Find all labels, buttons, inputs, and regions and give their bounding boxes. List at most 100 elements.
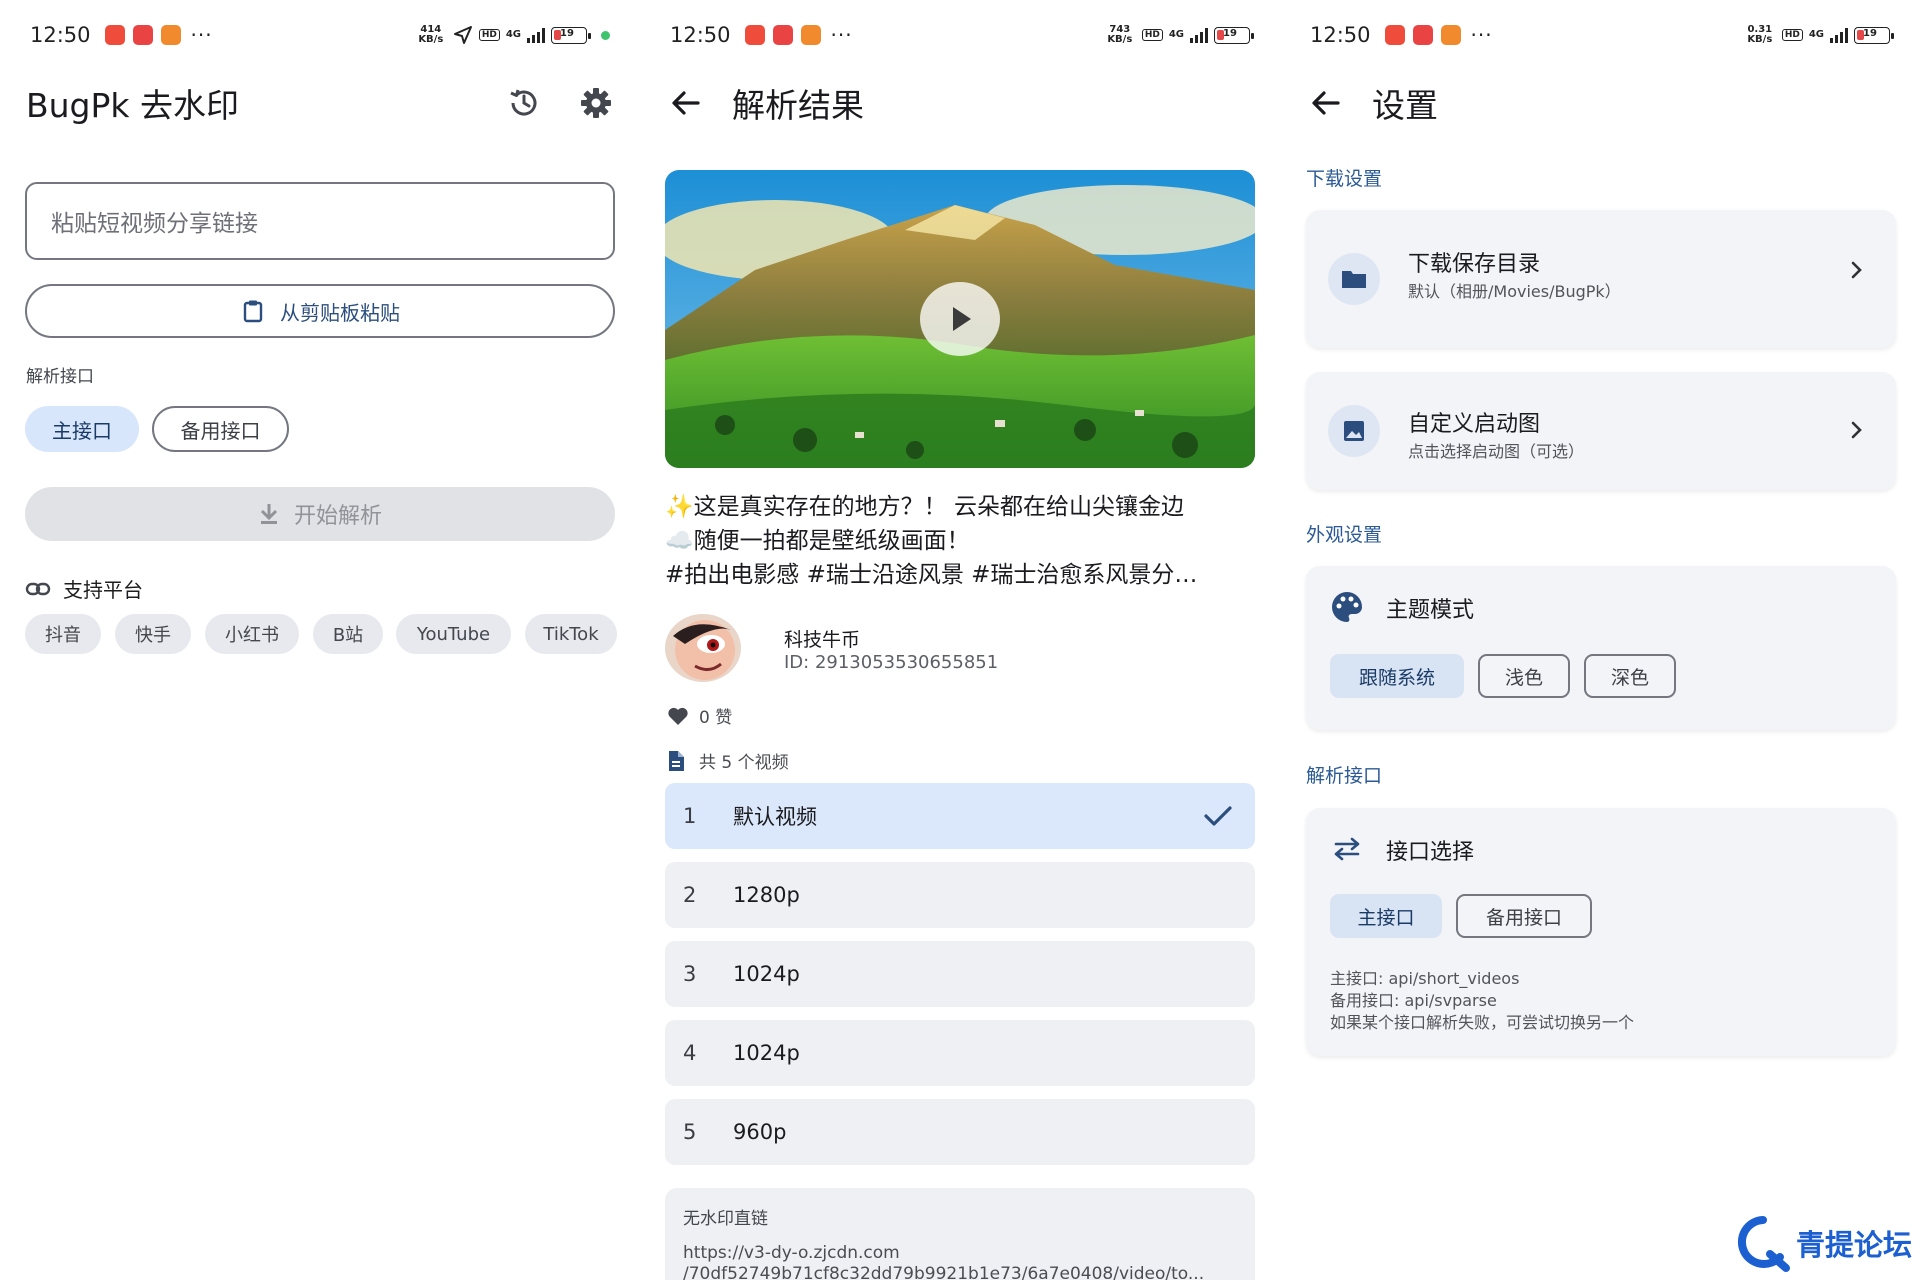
save-directory-card[interactable]: 下载保存目录 默认（相册/Movies/BugPk） — [1306, 210, 1896, 348]
start-parse-button[interactable]: 开始解析 — [25, 487, 615, 541]
theme-option-label: 跟随系统 — [1358, 666, 1435, 689]
quality-option[interactable]: 4 1024p — [665, 1020, 1255, 1086]
signal-icon — [527, 27, 545, 43]
direct-link-url[interactable]: https://v3-dy-o.zjcdn.com — [683, 1243, 1237, 1264]
download-settings-header: 下载设置 — [1306, 168, 1383, 190]
api-chip-backup[interactable]: 备用接口 — [152, 406, 289, 452]
quality-option[interactable]: 3 1024p — [665, 941, 1255, 1007]
quality-number: 1 — [683, 804, 697, 828]
privacy-indicator-dot — [601, 30, 610, 40]
settings-gear-icon[interactable] — [578, 85, 614, 121]
battery-level: 19 — [1223, 27, 1237, 39]
quality-option[interactable]: 1 默认视频 — [665, 783, 1255, 849]
hd-voice-icon: HD — [1781, 29, 1803, 41]
api-chip-primary[interactable]: 主接口 — [25, 406, 139, 452]
paste-from-clipboard-button[interactable]: 从剪贴板粘贴 — [25, 284, 615, 338]
custom-splash-card[interactable]: 自定义启动图 点击选择启动图（可选） — [1306, 372, 1896, 490]
platform-label: B站 — [332, 625, 364, 646]
network-type: 4G — [1808, 29, 1824, 40]
custom-splash-subtitle: 点击选择启动图（可选） — [1408, 442, 1585, 461]
play-button[interactable] — [920, 282, 1000, 356]
more-notifications-icon: ··· — [1470, 23, 1493, 47]
back-arrow-icon[interactable] — [1306, 83, 1346, 123]
direct-link-card[interactable]: 无水印直链 https://v3-dy-o.zjcdn.com /70df527… — [665, 1188, 1255, 1280]
palette-icon — [1332, 592, 1362, 622]
platform-chip-xiaohongshu: 小红书 — [205, 614, 299, 654]
download-icon — [260, 504, 278, 524]
history-icon[interactable] — [506, 85, 542, 121]
quality-option[interactable]: 2 1280p — [665, 862, 1255, 928]
network-speed: 414 KB/s — [418, 24, 444, 45]
likes-row: 0 赞 — [667, 703, 732, 728]
hd-voice-icon: HD — [1141, 29, 1163, 41]
hd-voice-icon: HD — [478, 29, 500, 41]
back-arrow-icon[interactable] — [666, 83, 706, 123]
status-bar: 12:50 ··· 743 KB/s HD 4G 19 — [670, 20, 1254, 50]
folder-icon-bubble — [1328, 253, 1380, 305]
quality-number: 2 — [683, 883, 697, 907]
quality-option[interactable]: 5 960p — [665, 1099, 1255, 1165]
notification-app-icon — [132, 25, 153, 45]
platform-label: YouTube — [416, 623, 491, 645]
network-type: 4G — [505, 29, 521, 40]
battery-icon: 19 — [551, 26, 591, 44]
direct-link-url[interactable]: /70df52749b71cf8c32dd79b9921b1e73/6a7e04… — [683, 1264, 1237, 1280]
platform-label: 抖音 — [45, 625, 81, 646]
file-icon — [669, 750, 684, 771]
share-link-input[interactable]: 粘贴短视频分享链接 — [25, 182, 615, 260]
heart-icon — [668, 707, 688, 725]
notification-app-icon — [800, 25, 821, 45]
description-line: ☁️随便一拍都是壁纸级画面！ — [665, 528, 970, 554]
status-time: 12:50 — [30, 23, 91, 47]
image-icon-bubble — [1328, 405, 1380, 457]
theme-option-light[interactable]: 浅色 — [1478, 654, 1570, 698]
description-hashtags: #拍出电影感 #瑞士沿途风景 #瑞士治愈系风景分… — [665, 562, 1198, 588]
battery-level: 19 — [560, 27, 574, 39]
app-bar: 设置 — [1306, 78, 1894, 128]
page-title: 解析结果 — [732, 86, 864, 125]
theme-option-system[interactable]: 跟随系统 — [1330, 654, 1464, 698]
api-select-title: 接口选择 — [1386, 840, 1475, 865]
app-bar: BugPk 去水印 — [26, 78, 614, 128]
appearance-settings-header: 外观设置 — [1306, 524, 1383, 546]
api-chip-label: 主接口 — [52, 418, 112, 443]
signal-icon — [1190, 27, 1208, 43]
platform-chip-bilibili: B站 — [313, 614, 383, 654]
battery-icon: 19 — [1854, 26, 1894, 44]
battery-level: 19 — [1863, 27, 1877, 39]
description-line: ✨这是真实存在的地方？！ 云朵都在给山尖镶金边 — [665, 494, 1184, 520]
platform-chip-douyin: 抖音 — [25, 614, 101, 654]
quality-label: 默认视频 — [733, 805, 817, 829]
notification-app-icon — [744, 25, 765, 45]
video-thumbnail[interactable] — [665, 170, 1255, 468]
notification-app-icon — [1440, 25, 1461, 45]
api-option-primary[interactable]: 主接口 — [1330, 894, 1442, 938]
platform-label: TikTok — [543, 623, 599, 645]
more-notifications-icon: ··· — [830, 23, 853, 47]
settings-screen: 12:50 ··· 0.31 KB/s HD 4G 19 设置 下载设置 下载保… — [1280, 0, 1920, 1280]
theme-option-label: 浅色 — [1504, 666, 1543, 689]
clipboard-icon — [243, 300, 263, 323]
api-option-backup[interactable]: 备用接口 — [1456, 894, 1592, 938]
platform-chip-tiktok: TikTok — [525, 614, 617, 654]
platform-label: 快手 — [135, 625, 171, 646]
network-speed: 743 KB/s — [1107, 24, 1133, 45]
save-directory-title: 下载保存目录 — [1408, 252, 1541, 277]
video-description: ✨这是真实存在的地方？！ 云朵都在给山尖镶金边 ☁️随便一拍都是壁纸级画面！ #… — [665, 490, 1255, 592]
play-icon — [953, 307, 971, 331]
app-title: BugPk 去水印 — [26, 86, 240, 125]
notification-app-icon — [1384, 25, 1405, 45]
home-screen: 12:50 ··· 414 KB/s HD 4G 19 BugPk 去水印 粘贴… — [0, 0, 640, 1280]
theme-mode-title: 主题模式 — [1386, 598, 1475, 623]
api-option-label: 主接口 — [1357, 906, 1415, 929]
result-screen: 12:50 ··· 743 KB/s HD 4G 19 解析结果 ✨这是真实存在… — [640, 0, 1280, 1280]
more-notifications-icon: ··· — [190, 23, 213, 47]
quality-number: 3 — [683, 962, 697, 986]
theme-option-label: 深色 — [1610, 666, 1649, 689]
platform-chip-kuaishou: 快手 — [115, 614, 191, 654]
api-note-line: 备用接口: api/svparse — [1330, 991, 1497, 1010]
watermark-text: 青提论坛 — [1795, 1228, 1912, 1262]
theme-option-dark[interactable]: 深色 — [1584, 654, 1676, 698]
platforms-header: 支持平台 — [25, 574, 143, 603]
battery-icon: 19 — [1214, 26, 1254, 44]
